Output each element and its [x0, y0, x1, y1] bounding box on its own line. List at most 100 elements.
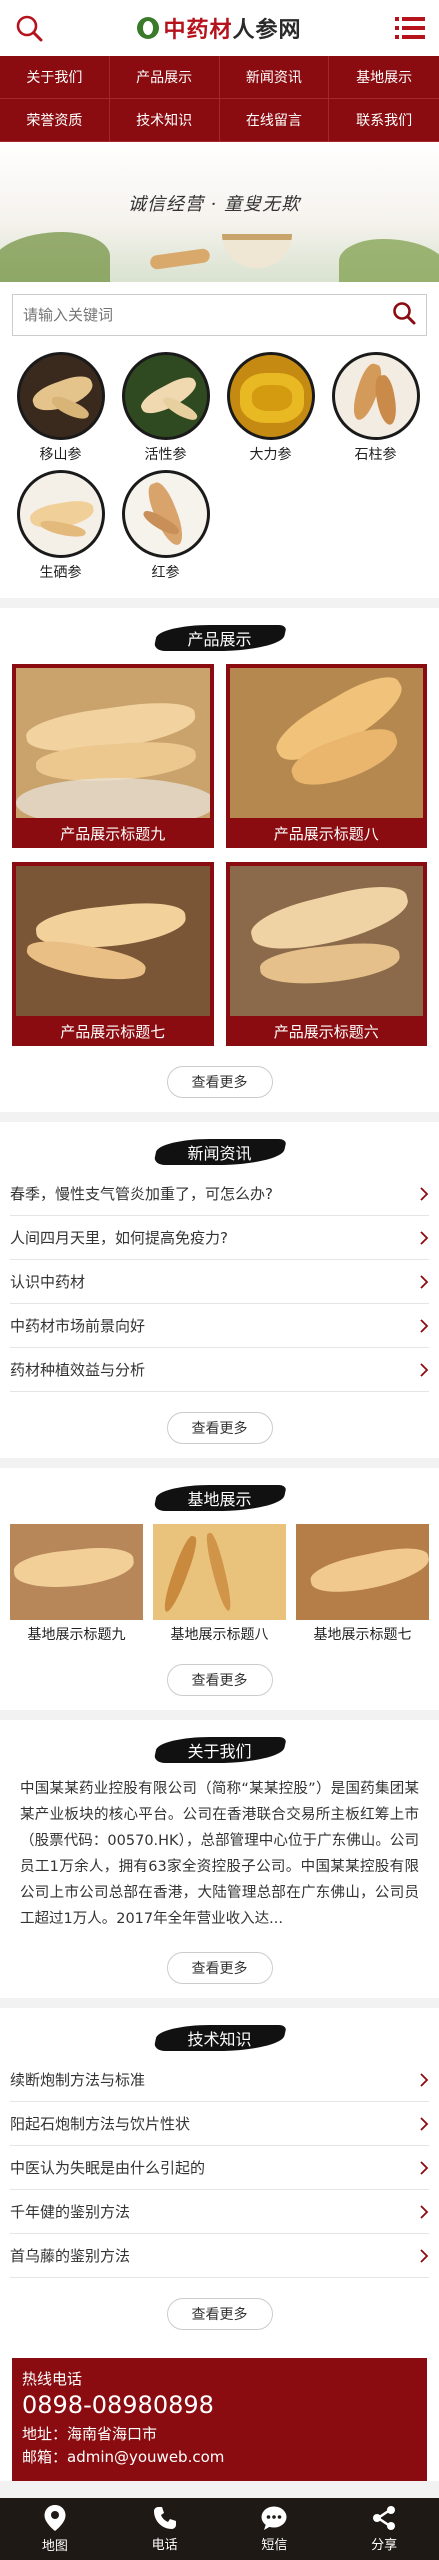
nav-item-news[interactable]: 新闻资讯 [219, 56, 330, 99]
nav-item-contact[interactable]: 联系我们 [329, 99, 439, 142]
news-more-button[interactable]: 查看更多 [166, 1412, 273, 1444]
news-item[interactable]: 认识中药材 [10, 1260, 429, 1304]
menu-icon[interactable] [393, 11, 427, 45]
product-image [229, 866, 423, 1016]
base-grid: 基地展示标题九 基地展示标题八 基地展示标题七 [0, 1518, 439, 1644]
message-icon [261, 2506, 287, 2530]
news-item[interactable]: 药材种植效益与分析 [10, 1348, 429, 1392]
category-label: 生硒参 [39, 565, 82, 581]
category-label: 活性参 [144, 447, 187, 463]
section-title: 技术知识 [0, 2018, 439, 2058]
banner-leaf-decoration [339, 239, 439, 282]
tech-item[interactable]: 续断炮制方法与标准 [10, 2058, 429, 2102]
product-caption: 产品展示标题八 [273, 824, 379, 843]
logo-text-part2: 人参网 [232, 18, 302, 43]
category-item[interactable]: 移山参 [8, 352, 113, 464]
search-submit-icon[interactable] [392, 301, 416, 329]
news-item[interactable]: 中药材市场前景向好 [10, 1304, 429, 1348]
category-label: 石柱参 [354, 447, 397, 463]
product-card[interactable]: 产品展示标题七 [12, 862, 214, 1046]
category-item[interactable]: 红参 [113, 470, 218, 582]
banner-leaf-decoration [0, 232, 110, 282]
contact-email[interactable]: 邮箱：admin@youweb.com [22, 2446, 417, 2469]
header: 中药材人参网 [0, 0, 439, 56]
product-card[interactable]: 产品展示标题九 [12, 664, 214, 848]
search-section [0, 282, 439, 348]
tech-item[interactable]: 中医认为失眠是由什么引起的 [10, 2146, 429, 2190]
base-image [153, 1524, 286, 1620]
nav-item-tech[interactable]: 技术知识 [109, 99, 220, 142]
section-title: 产品展示 [0, 618, 439, 658]
tech-more-button[interactable]: 查看更多 [166, 2298, 273, 2330]
category-image [121, 470, 210, 558]
logo-text-part1: 中药材 [163, 18, 233, 43]
nav-item-message[interactable]: 在线留言 [219, 99, 330, 142]
footer-share-button[interactable]: 分享 [329, 2498, 439, 2560]
category-image [16, 470, 105, 558]
nav-item-products[interactable]: 产品展示 [109, 56, 220, 99]
chevron-right-icon [420, 2160, 429, 2175]
tech-item[interactable]: 千年健的鉴别方法 [10, 2190, 429, 2234]
product-card[interactable]: 产品展示标题八 [225, 664, 427, 848]
nav-item-bases[interactable]: 基地展示 [329, 56, 439, 99]
product-grid: 产品展示标题九 产品展示标题八 产品展示标题七 产品展示标题六 [0, 658, 439, 1046]
footer-label: 地图 [41, 2539, 68, 2554]
tech-list: 续断炮制方法与标准 阳起石炮制方法与饮片性状 中医认为失眠是由什么引起的 千年健… [0, 2058, 439, 2278]
footer-label: 电话 [151, 2538, 178, 2553]
site-logo[interactable]: 中药材人参网 [137, 12, 301, 44]
bases-more-button[interactable]: 查看更多 [166, 1664, 273, 1696]
category-label: 移山参 [39, 447, 82, 463]
category-image [331, 352, 420, 440]
section-title: 基地展示 [0, 1478, 439, 1518]
product-caption: 产品展示标题九 [60, 824, 166, 843]
products-more-button[interactable]: 查看更多 [166, 1066, 273, 1098]
products-title: 产品展示 [187, 630, 252, 649]
news-item[interactable]: 人间四月天里，如何提高免疫力? [10, 1216, 429, 1260]
tech-item[interactable]: 阳起石炮制方法与饮片性状 [10, 2102, 429, 2146]
banner[interactable]: 诚信经营 · 童叟无欺 [0, 142, 439, 282]
category-item[interactable]: 活性参 [113, 352, 218, 464]
base-card[interactable]: 基地展示标题九 [10, 1524, 143, 1644]
search-icon[interactable] [12, 11, 46, 45]
tech-item-title: 阳起石炮制方法与饮片性状 [10, 2115, 191, 2133]
footer-sms-button[interactable]: 短信 [220, 2498, 330, 2560]
bases-title: 基地展示 [187, 1490, 252, 1509]
footer-map-button[interactable]: 地图 [0, 2498, 110, 2560]
chevron-right-icon [420, 2072, 429, 2087]
news-list: 春季，慢性支气管炎加重了，可怎么办? 人间四月天里，如何提高免疫力? 认识中药材… [0, 1172, 439, 1392]
banner-slogan: 诚信经营 · 童叟无欺 [128, 194, 301, 215]
base-card[interactable]: 基地展示标题八 [153, 1524, 286, 1644]
tech-title: 技术知识 [187, 2030, 252, 2049]
product-image [229, 668, 423, 818]
contact-address: 地址：海南省海口市 [22, 2425, 158, 2443]
search-input[interactable] [23, 306, 343, 324]
search-bar [12, 294, 427, 336]
hotline-label: 热线电话 [22, 2370, 83, 2388]
news-item-title: 人间四月天里，如何提高免疫力? [10, 1229, 228, 1247]
base-card[interactable]: 基地展示标题七 [296, 1524, 429, 1644]
chevron-right-icon [420, 2248, 429, 2263]
section-title: 新闻资讯 [0, 1132, 439, 1172]
main-nav: 关于我们 产品展示 新闻资讯 基地展示 荣誉资质 技术知识 在线留言 联系我们 [0, 56, 439, 142]
category-label: 大力参 [249, 447, 292, 463]
news-item-title: 认识中药材 [10, 1273, 86, 1291]
chevron-right-icon [420, 1318, 429, 1333]
hotline-number[interactable]: 0898-08980898 [22, 2391, 417, 2419]
footer-phone-button[interactable]: 电话 [110, 2498, 220, 2560]
nav-item-about[interactable]: 关于我们 [0, 56, 110, 99]
news-item[interactable]: 春季，慢性支气管炎加重了，可怎么办? [10, 1172, 429, 1216]
product-caption: 产品展示标题七 [60, 1022, 166, 1041]
tech-item[interactable]: 首乌藤的鉴别方法 [10, 2234, 429, 2278]
map-pin-icon [44, 2505, 66, 2531]
category-grid: 移山参 活性参 大力参 石柱参 生硒参 红参 [0, 348, 439, 598]
product-card[interactable]: 产品展示标题六 [225, 862, 427, 1046]
base-caption: 基地展示标题九 [27, 1627, 126, 1643]
about-more-button[interactable]: 查看更多 [166, 1952, 273, 1984]
category-image [121, 352, 210, 440]
category-item[interactable]: 石柱参 [323, 352, 428, 464]
category-item[interactable]: 大力参 [218, 352, 323, 464]
nav-item-honors[interactable]: 荣誉资质 [0, 99, 110, 142]
chevron-right-icon [420, 1274, 429, 1289]
share-icon [373, 2506, 396, 2530]
category-item[interactable]: 生硒参 [8, 470, 113, 582]
